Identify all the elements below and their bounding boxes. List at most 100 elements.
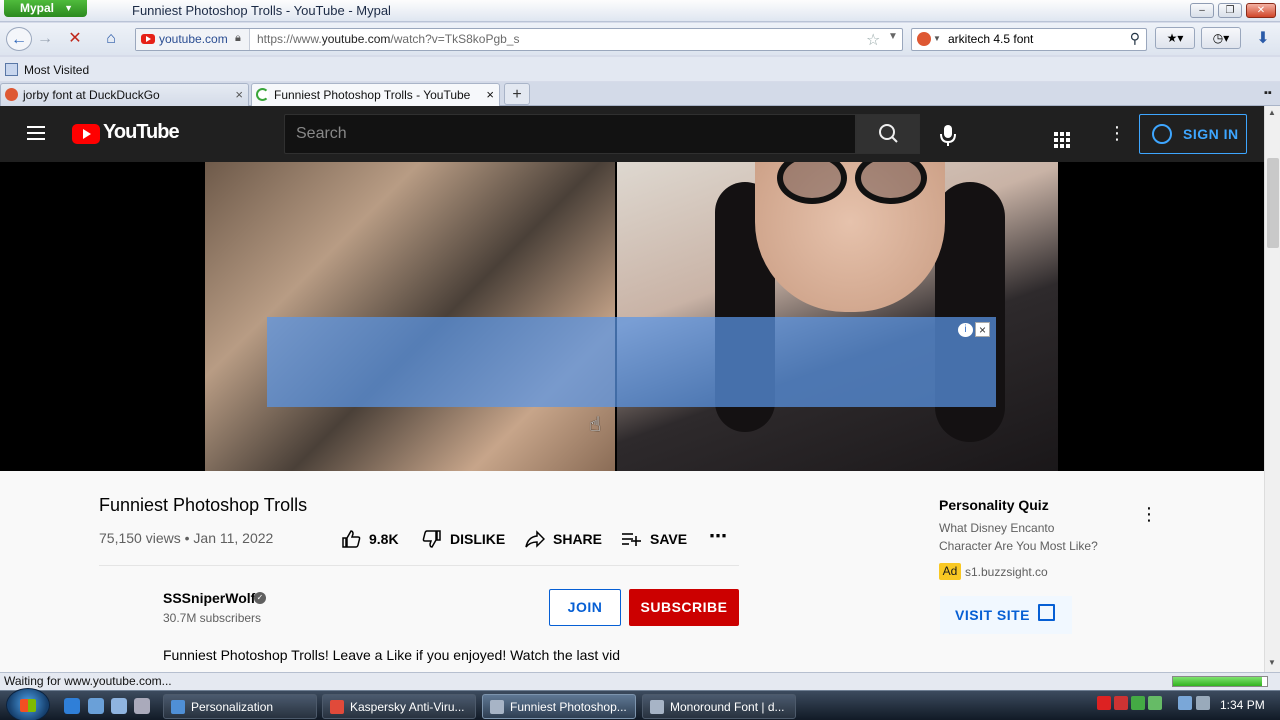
url-text[interactable]: https://www.youtube.com/watch?v=TkS8koPg… [257, 32, 519, 46]
youtube-masthead: YouTube ⋮ SIGN IN [0, 106, 1264, 162]
network-tray-icon[interactable] [1178, 696, 1192, 710]
start-button[interactable] [6, 688, 50, 720]
back-button[interactable]: ← [6, 27, 32, 51]
close-icon[interactable]: × [235, 87, 243, 102]
dislike-button[interactable]: DISLIKE [422, 529, 507, 549]
youtube-search-input[interactable] [285, 115, 855, 153]
hamburger-menu-icon[interactable] [27, 126, 45, 140]
volume-muted-icon[interactable] [1196, 696, 1210, 710]
task-monoround[interactable]: Monoround Font | d... [642, 694, 796, 719]
video-description[interactable]: Funniest Photoshop Trolls! Leave a Like … [163, 647, 620, 663]
task-label: Monoround Font | d... [670, 700, 785, 714]
subscribe-button[interactable]: SUBSCRIBE [629, 589, 739, 626]
user-icon [1152, 124, 1172, 144]
site-identity[interactable]: youtube.com 🔒︎ [136, 29, 250, 50]
sign-in-button[interactable]: SIGN IN [1139, 114, 1247, 154]
bookmark-star-icon[interactable]: ☆ [866, 30, 880, 50]
grid-icon [1054, 132, 1070, 148]
like-button[interactable]: 9.8K [341, 529, 403, 549]
switch-windows-icon[interactable] [111, 698, 127, 714]
plus-icon: + [512, 86, 522, 103]
channel-name[interactable]: SSSniperWolf [163, 590, 255, 606]
more-actions-icon[interactable]: ⋯ [709, 526, 729, 546]
ad-close-icon[interactable]: × [975, 322, 990, 337]
video-player[interactable]: i × ☝ [0, 162, 1264, 471]
dislike-label: DISLIKE [450, 531, 506, 547]
duckduckgo-icon[interactable] [917, 32, 931, 46]
device-tray-icon[interactable] [1148, 696, 1162, 710]
settings-more-icon[interactable]: ⋮ [1108, 123, 1126, 144]
visit-site-button[interactable]: VISIT SITE [940, 596, 1072, 634]
url-path: /watch?v=TkS8koPgb_s [390, 32, 520, 46]
join-button[interactable]: JOIN [549, 589, 621, 626]
forward-button[interactable]: → [32, 27, 58, 51]
youtube-logo-icon[interactable] [72, 124, 100, 144]
close-icon[interactable]: × [486, 87, 494, 102]
bookmarks-menu-button[interactable]: ★▾ [1155, 27, 1195, 49]
task-label: Personalization [191, 700, 274, 714]
youtube-favicon-icon [141, 34, 155, 44]
like-count: 9.8K [369, 531, 399, 547]
verified-check-icon: ✓ [254, 592, 266, 604]
url-bar[interactable]: youtube.com 🔒︎ https://www.youtube.com/w… [135, 28, 903, 51]
youtube-logo-text[interactable]: YouTube [103, 121, 180, 144]
taskbar-clock[interactable]: 1:34 PM [1220, 698, 1265, 712]
stop-button[interactable]: ✕ [62, 27, 88, 51]
ad-title[interactable]: Personality Quiz [939, 497, 1049, 513]
task-mypal-youtube[interactable]: Funniest Photoshop... [482, 694, 636, 719]
save-button[interactable]: SAVE [621, 529, 687, 549]
chevron-down-icon: ▼ [64, 3, 73, 13]
task-label: Kaspersky Anti-Viru... [350, 700, 465, 714]
playlist-add-icon [621, 529, 641, 554]
search-icon[interactable]: ⚲ [1130, 30, 1140, 47]
home-button[interactable]: ⌂ [98, 27, 124, 51]
hand-cursor-icon: ☝ [589, 414, 602, 436]
update-tray-icon[interactable] [1131, 696, 1145, 710]
youtube-search-button[interactable] [856, 114, 920, 154]
tab-label: jorby font at DuckDuckGo [23, 88, 160, 102]
kaspersky-tray-icon[interactable] [1097, 696, 1111, 710]
upload-date: Jan 11, 2022 [193, 530, 274, 546]
apps-grid-icon[interactable] [1054, 132, 1070, 151]
security-tray-icon[interactable] [1114, 696, 1128, 710]
sign-in-label: SIGN IN [1183, 126, 1239, 142]
voice-search-button[interactable] [934, 118, 962, 150]
youtube-search-box[interactable] [284, 114, 856, 154]
scroll-up-icon[interactable]: ▲ [1268, 108, 1276, 117]
screen: Mypal ▼ Funniest Photoshop Trolls - YouTu… [0, 0, 1280, 720]
search-engine-dropdown-icon[interactable]: ▼ [933, 34, 941, 43]
close-window-button[interactable]: ✕ [1246, 3, 1276, 18]
bookmark-most-visited[interactable]: Most Visited [24, 63, 89, 77]
restore-button[interactable]: ❐ [1218, 3, 1242, 18]
search-input[interactable]: arkitech 4.5 font [948, 32, 1033, 46]
thumbs-up-icon [341, 529, 361, 554]
ad-more-icon[interactable]: ⋮ [1140, 504, 1158, 525]
video-ad-overlay[interactable] [267, 317, 996, 407]
share-button[interactable]: SHARE [525, 529, 603, 549]
show-desktop-icon[interactable] [88, 698, 104, 714]
scroll-down-icon[interactable]: ▼ [1268, 658, 1276, 667]
web-page: YouTube ⋮ SIGN IN [0, 106, 1264, 672]
internet-explorer-icon[interactable] [64, 698, 80, 714]
personalization-icon [171, 700, 185, 714]
page-scrollbar[interactable]: ▲ ▼ [1264, 106, 1280, 672]
view-count: 75,150 views [99, 530, 181, 546]
task-kaspersky[interactable]: Kaspersky Anti-Viru... [322, 694, 476, 719]
url-history-dropdown-icon[interactable]: ▼ [888, 31, 898, 42]
list-all-tabs-icon[interactable]: ▪▪ [1264, 87, 1272, 99]
new-tab-button[interactable]: + [504, 83, 530, 105]
tab-duckduckgo[interactable]: jorby font at DuckDuckGo × [0, 83, 249, 106]
scrollbar-thumb[interactable] [1267, 158, 1279, 248]
tab-youtube[interactable]: Funniest Photoshop Trolls - YouTube × [251, 83, 500, 107]
tab-strip: jorby font at DuckDuckGo × Funniest Phot… [0, 82, 1280, 107]
ad-info-icon[interactable]: i [958, 323, 973, 337]
task-personalization[interactable]: Personalization [163, 694, 317, 719]
bookmarks-icon: ★▾ [1166, 31, 1184, 45]
downloads-button[interactable]: ⬇ [1250, 27, 1276, 51]
app-menu-button[interactable]: Mypal ▼ [4, 0, 87, 17]
minimize-button[interactable]: – [1190, 3, 1214, 18]
history-button[interactable]: ◷▾ [1201, 27, 1241, 49]
search-bar[interactable]: ▼ arkitech 4.5 font ⚲ [911, 28, 1147, 51]
thumbs-down-icon [422, 529, 442, 554]
mypal-quicklaunch-icon[interactable] [134, 698, 150, 714]
